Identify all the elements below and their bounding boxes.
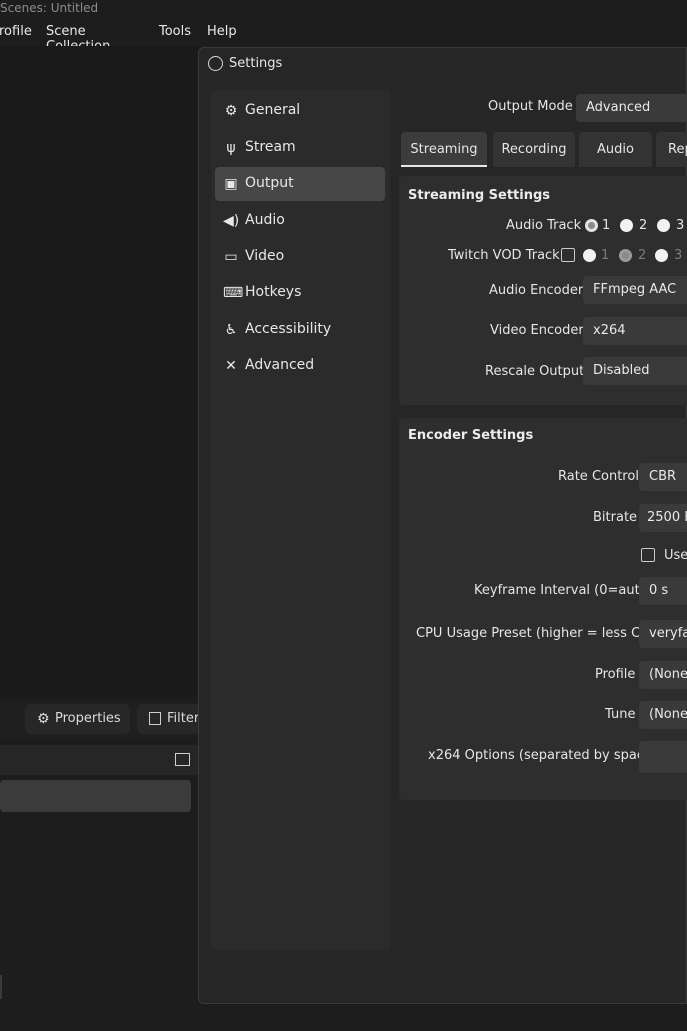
sidebar-item-label: Advanced bbox=[245, 357, 315, 373]
sidebar-item-hotkeys[interactable]: ⌨ Hotkeys bbox=[215, 276, 385, 310]
preview-area bbox=[0, 46, 200, 696]
sidebar-item-label: Stream bbox=[245, 139, 296, 155]
sidebar-item-advanced[interactable]: ✕ Advanced bbox=[215, 349, 385, 383]
sidebar-item-output[interactable]: ▣ Output bbox=[215, 167, 385, 201]
video-encoder-label: Video Encoder bbox=[490, 323, 584, 338]
monitor-icon: ▭ bbox=[224, 249, 238, 265]
profile-label: Profile bbox=[595, 667, 636, 682]
rate-control-select[interactable]: CBR bbox=[639, 463, 687, 491]
output-icon: ▣ bbox=[224, 176, 238, 192]
filters-button[interactable]: Filters bbox=[137, 704, 206, 734]
audio-track-label: Audio Track bbox=[506, 218, 582, 233]
rescale-output-select[interactable]: Disabled bbox=[583, 357, 687, 385]
tab-audio[interactable]: Audio bbox=[579, 132, 652, 167]
keyboard-icon: ⌨ bbox=[223, 285, 244, 301]
use-custom-buffer-checkbox[interactable] bbox=[641, 548, 655, 562]
bitrate-label: Bitrate bbox=[593, 510, 638, 525]
twitch-vod-radio-1[interactable] bbox=[583, 249, 596, 262]
sidebar-item-audio[interactable]: ◀) Audio bbox=[215, 204, 385, 238]
radio-label: 1 bbox=[601, 248, 610, 263]
tab-recording[interactable]: Recording bbox=[493, 132, 575, 167]
sidebar-item-label: Output bbox=[245, 175, 294, 191]
antenna-icon: ψ bbox=[226, 140, 236, 156]
properties-button[interactable]: ⚙ Properties bbox=[25, 704, 130, 734]
x264-options-label: x264 Options (separated by space) bbox=[428, 748, 658, 763]
tune-label: Tune bbox=[605, 707, 636, 722]
radio-label: 2 bbox=[639, 218, 648, 233]
streaming-settings-group: Streaming Settings Audio Track 1 2 3 Twi… bbox=[399, 176, 687, 405]
gear-icon: ⚙ bbox=[37, 711, 50, 727]
settings-sidebar: ⚙ General ψ Stream ▣ Output ◀) Audio ▭ V… bbox=[211, 90, 390, 950]
twitch-vod-radio-2[interactable] bbox=[619, 249, 632, 262]
sidebar-item-label: Accessibility bbox=[245, 321, 332, 337]
cpu-usage-preset-label: CPU Usage Preset (higher = less CPU) bbox=[416, 626, 663, 641]
audio-encoder-label: Audio Encoder bbox=[489, 283, 584, 298]
twitch-vod-radio-3[interactable] bbox=[655, 249, 668, 262]
encoder-settings-title: Encoder Settings bbox=[408, 428, 534, 443]
streaming-settings-title: Streaming Settings bbox=[408, 188, 551, 203]
encoder-settings-group: Encoder Settings Rate Control CBR Bitrat… bbox=[399, 418, 687, 800]
cpu-usage-preset-select[interactable]: veryfa bbox=[639, 620, 687, 648]
sidebar-item-label: Video bbox=[245, 248, 285, 264]
keyframe-interval-label: Keyframe Interval (0=auto) bbox=[474, 583, 653, 598]
sidebar-item-label: Hotkeys bbox=[245, 284, 302, 300]
dock-bottom-edge bbox=[0, 975, 2, 999]
tune-select[interactable]: (None) bbox=[639, 701, 687, 729]
settings-title: Settings bbox=[229, 56, 283, 71]
settings-dialog: Settings ⚙ General ψ Stream ▣ Output ◀) … bbox=[198, 47, 687, 1004]
rescale-output-label: Rescale Output bbox=[485, 364, 585, 379]
use-custom-buffer-label: Use bbox=[664, 548, 687, 563]
audio-encoder-select[interactable]: FFmpeg AAC bbox=[583, 276, 687, 304]
menu-tools[interactable]: Tools bbox=[159, 24, 191, 39]
undock-icon[interactable] bbox=[175, 753, 190, 766]
obs-logo-icon bbox=[208, 56, 223, 71]
gear-icon: ⚙ bbox=[224, 103, 238, 119]
bitrate-input[interactable]: 2500 K bbox=[639, 504, 687, 532]
sidebar-item-label: Audio bbox=[245, 212, 285, 228]
sidebar-item-label: General bbox=[245, 102, 301, 118]
rate-control-label: Rate Control bbox=[558, 469, 639, 484]
radio-label: 1 bbox=[602, 218, 611, 233]
radio-label: 2 bbox=[638, 248, 647, 263]
tab-streaming[interactable]: Streaming bbox=[401, 132, 487, 167]
speaker-icon: ◀) bbox=[223, 213, 240, 229]
audio-track-radio-2[interactable] bbox=[620, 219, 633, 232]
accessibility-icon: ♿ bbox=[224, 322, 238, 338]
output-mode-select[interactable]: Advanced bbox=[576, 94, 687, 122]
video-encoder-select[interactable]: x264 bbox=[583, 317, 687, 345]
output-mode-label: Output Mode bbox=[488, 99, 573, 114]
dock-selected-row[interactable] bbox=[0, 780, 191, 812]
dock-toolbar: ⚙ Properties Filters bbox=[0, 702, 206, 738]
sidebar-item-stream[interactable]: ψ Stream bbox=[215, 131, 385, 165]
wrench-icon: ✕ bbox=[225, 358, 237, 374]
menu-profile[interactable]: rofile bbox=[0, 24, 32, 39]
properties-label: Properties bbox=[55, 711, 121, 726]
radio-label: 3 bbox=[674, 248, 683, 263]
sidebar-item-video[interactable]: ▭ Video bbox=[215, 240, 385, 274]
twitch-vod-label: Twitch VOD Track bbox=[448, 248, 560, 263]
profile-select[interactable]: (None) bbox=[639, 661, 687, 689]
audio-track-radio-1[interactable] bbox=[585, 219, 598, 232]
menu-help[interactable]: Help bbox=[207, 24, 237, 39]
window-title: Scenes: Untitled bbox=[0, 1, 99, 15]
keyframe-interval-input[interactable]: 0 s bbox=[639, 577, 687, 605]
twitch-vod-checkbox[interactable] bbox=[561, 248, 575, 262]
sidebar-item-general[interactable]: ⚙ General bbox=[215, 94, 385, 128]
tab-replay-buffer[interactable]: Rep bbox=[656, 132, 687, 167]
sidebar-item-accessibility[interactable]: ♿ Accessibility bbox=[215, 313, 385, 347]
radio-label: 3 bbox=[676, 218, 685, 233]
dock-header bbox=[0, 745, 200, 775]
filter-icon bbox=[149, 712, 161, 725]
audio-track-radio-3[interactable] bbox=[657, 219, 670, 232]
x264-options-input[interactable] bbox=[639, 741, 687, 773]
